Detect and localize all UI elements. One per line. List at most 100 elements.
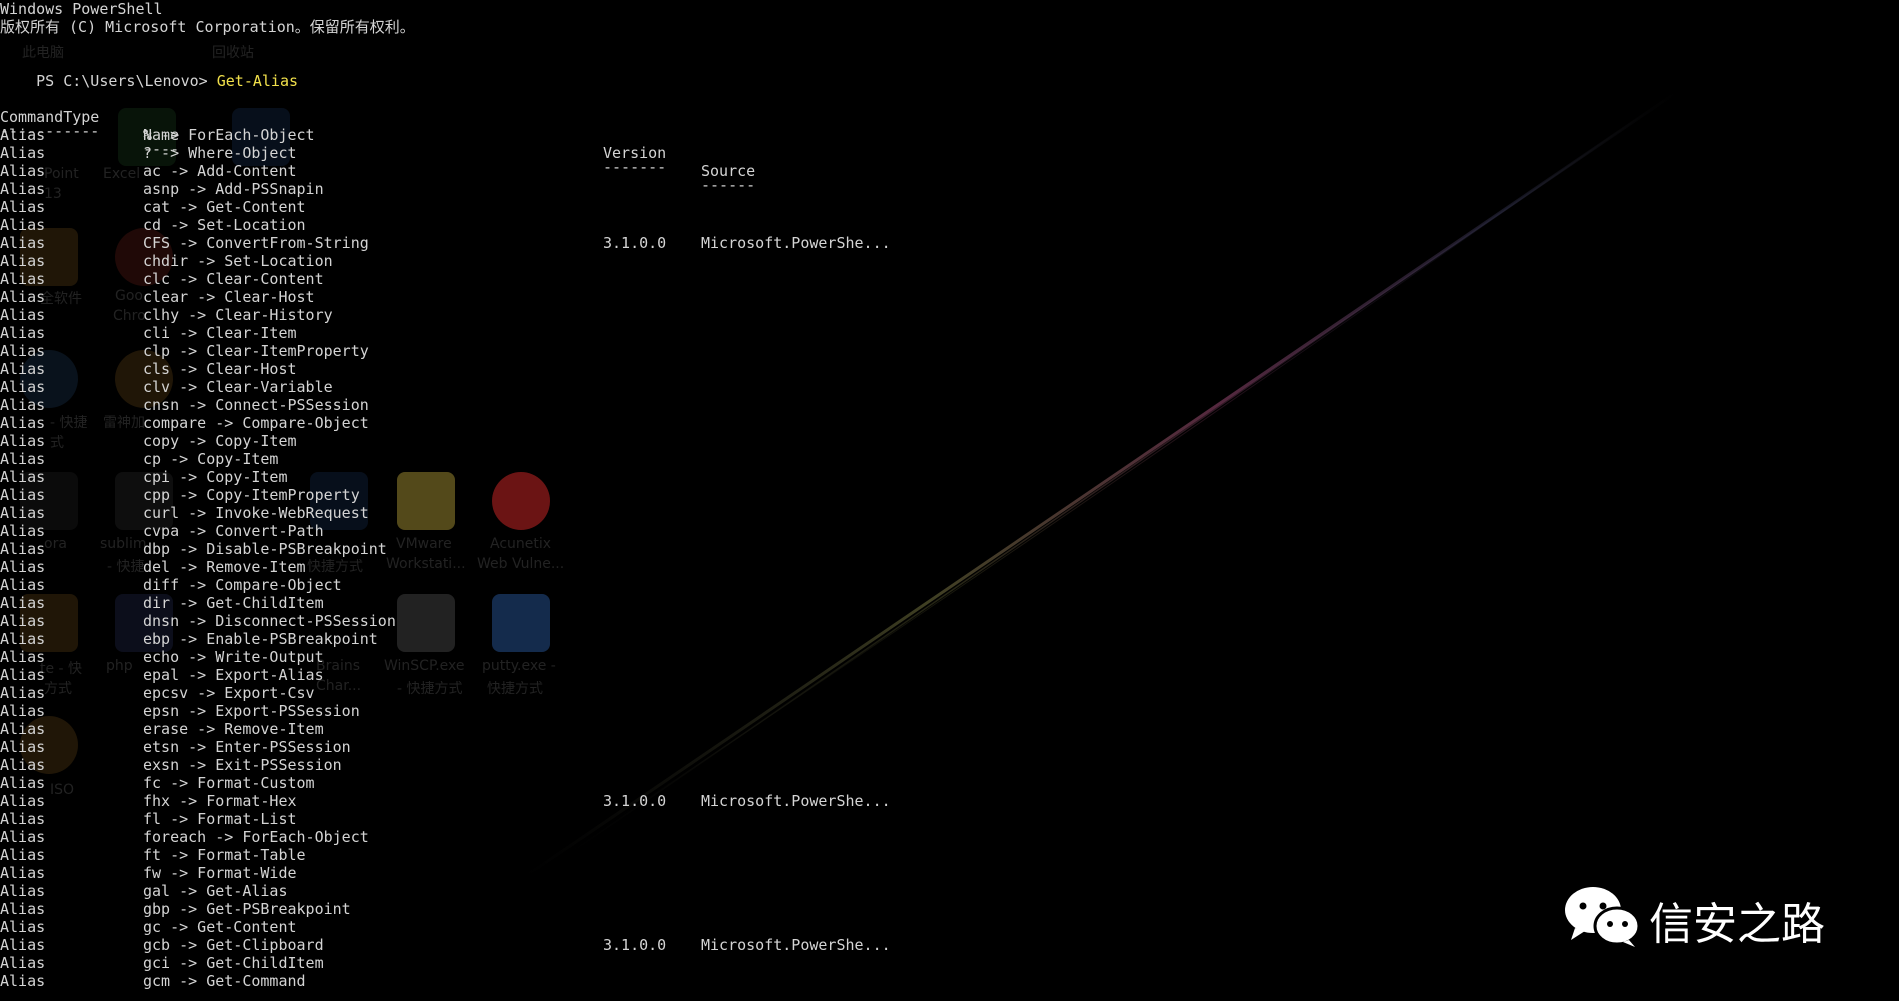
cell-command-type: Alias <box>0 900 46 918</box>
cell-command-type: Alias <box>0 810 46 828</box>
table-row: Alias diff -> Compare-Object <box>0 576 1000 594</box>
cell-command-type: Alias <box>0 504 46 522</box>
cell-command-type: Alias <box>0 360 46 378</box>
table-row: Alias cat -> Get-Content <box>0 198 1000 216</box>
cell-command-type: Alias <box>0 522 46 540</box>
cell-command-type: Alias <box>0 450 46 468</box>
cell-name: clv -> Clear-Variable <box>143 378 333 396</box>
cell-command-type: Alias <box>0 144 46 162</box>
cell-command-type: Alias <box>0 882 46 900</box>
cell-command-type: Alias <box>0 720 46 738</box>
cell-name: cnsn -> Connect-PSSession <box>143 396 369 414</box>
cell-name: cls -> Clear-Host <box>143 360 297 378</box>
table-row: Alias cnsn -> Connect-PSSession <box>0 396 1000 414</box>
cell-name: asnp -> Add-PSSnapin <box>143 180 324 198</box>
cell-command-type: Alias <box>0 648 46 666</box>
cell-name: fc -> Format-Custom <box>143 774 315 792</box>
cell-command-type: Alias <box>0 270 46 288</box>
cell-name: epsn -> Export-PSSession <box>143 702 360 720</box>
cell-command-type: Alias <box>0 198 46 216</box>
cell-command-type: Alias <box>0 702 46 720</box>
cell-name: gci -> Get-ChildItem <box>143 954 324 972</box>
cell-command-type: Alias <box>0 378 46 396</box>
cell-name: fl -> Format-List <box>143 810 297 828</box>
table-row: Alias epal -> Export-Alias <box>0 666 1000 684</box>
cell-name: diff -> Compare-Object <box>143 576 342 594</box>
cell-command-type: Alias <box>0 252 46 270</box>
table-row: Alias chdir -> Set-Location <box>0 252 1000 270</box>
cell-version: 3.1.0.0 <box>603 234 667 252</box>
banner-title: Windows PowerShell <box>0 0 163 18</box>
cell-source: Microsoft.PowerShe... <box>701 792 891 810</box>
prompt-path: PS C:\Users\Lenovo> <box>36 72 217 90</box>
cell-name: cli -> Clear-Item <box>143 324 297 342</box>
cell-name: cpi -> Copy-Item <box>143 468 288 486</box>
table-row: Alias dir -> Get-ChildItem <box>0 594 1000 612</box>
cell-command-type: Alias <box>0 576 46 594</box>
table-row: Alias ebp -> Enable-PSBreakpoint <box>0 630 1000 648</box>
cell-command-type: Alias <box>0 684 46 702</box>
cell-name: gc -> Get-Content <box>143 918 297 936</box>
cell-name: dbp -> Disable-PSBreakpoint <box>143 540 387 558</box>
table-row: Alias copy -> Copy-Item <box>0 432 1000 450</box>
cell-name: del -> Remove-Item <box>143 558 306 576</box>
cell-command-type: Alias <box>0 828 46 846</box>
table-row: Alias gcb -> Get-Clipboard 3.1.0.0 Microsof… <box>0 936 1000 954</box>
table-row: Alias asnp -> Add-PSSnapin <box>0 180 1000 198</box>
cell-name: gcb -> Get-Clipboard <box>143 936 324 954</box>
cell-command-type: Alias <box>0 396 46 414</box>
table-row: Alias ? -> Where-Object <box>0 144 1000 162</box>
cell-command-type: Alias <box>0 594 46 612</box>
powershell-window[interactable]: 此电脑 回收站 Point 13 Excel 全软件 Goo Chro - 快捷… <box>0 0 1899 1001</box>
table-row: Alias fl -> Format-List <box>0 810 1000 828</box>
cell-command-type: Alias <box>0 234 46 252</box>
cell-name: gcm -> Get-Command <box>143 972 306 990</box>
cell-command-type: Alias <box>0 342 46 360</box>
cell-name: ft -> Format-Table <box>143 846 306 864</box>
prompt-line[interactable]: PS C:\Users\Lenovo> Get-Alias <box>0 54 298 90</box>
table-row: Alias fw -> Format-Wide <box>0 864 1000 882</box>
cell-name: dir -> Get-ChildItem <box>143 594 324 612</box>
cell-version: 3.1.0.0 <box>603 792 667 810</box>
cell-name: clp -> Clear-ItemProperty <box>143 342 369 360</box>
table-header-underline: ----------- ---- ------- ------ <box>0 104 1000 194</box>
cell-name: CFS -> ConvertFrom-String <box>143 234 369 252</box>
cell-name: epcsv -> Export-Csv <box>143 684 315 702</box>
cell-version: 3.1.0.0 <box>603 936 667 954</box>
cell-command-type: Alias <box>0 306 46 324</box>
table-row: Alias gci -> Get-ChildItem <box>0 954 1000 972</box>
table-row: Alias epsn -> Export-PSSession <box>0 702 1000 720</box>
cell-name: clear -> Clear-Host <box>143 288 315 306</box>
cell-name: dnsn -> Disconnect-PSSession <box>143 612 396 630</box>
table-row: Alias gc -> Get-Content <box>0 918 1000 936</box>
cell-name: clhy -> Clear-History <box>143 306 333 324</box>
table-row: Alias cd -> Set-Location <box>0 216 1000 234</box>
cell-command-type: Alias <box>0 864 46 882</box>
table-row: Alias dbp -> Disable-PSBreakpoint <box>0 540 1000 558</box>
cell-name: ebp -> Enable-PSBreakpoint <box>143 630 378 648</box>
cell-name: copy -> Copy-Item <box>143 432 297 450</box>
cell-command-type: Alias <box>0 756 46 774</box>
cell-source: Microsoft.PowerShe... <box>701 936 891 954</box>
cell-command-type: Alias <box>0 612 46 630</box>
cell-name: cat -> Get-Content <box>143 198 306 216</box>
cell-name: cp -> Copy-Item <box>143 450 279 468</box>
cell-command-type: Alias <box>0 486 46 504</box>
table-row: Alias ac -> Add-Content <box>0 162 1000 180</box>
table-row: Alias foreach -> ForEach-Object <box>0 828 1000 846</box>
cell-command-type: Alias <box>0 774 46 792</box>
cell-command-type: Alias <box>0 414 46 432</box>
table-row: Alias cvpa -> Convert-Path <box>0 522 1000 540</box>
cell-command-type: Alias <box>0 738 46 756</box>
cell-command-type: Alias <box>0 972 46 990</box>
cell-name: cd -> Set-Location <box>143 216 306 234</box>
cell-source: Microsoft.PowerShe... <box>701 234 891 252</box>
table-row: Alias compare -> Compare-Object <box>0 414 1000 432</box>
cell-name: curl -> Invoke-WebRequest <box>143 504 369 522</box>
cell-name: cvpa -> Convert-Path <box>143 522 324 540</box>
table-row: Alias % -> ForEach-Object <box>0 126 1000 144</box>
cell-name: compare -> Compare-Object <box>143 414 369 432</box>
cell-name: foreach -> ForEach-Object <box>143 828 369 846</box>
table-row: Alias del -> Remove-Item <box>0 558 1000 576</box>
cell-name: cpp -> Copy-ItemProperty <box>143 486 360 504</box>
